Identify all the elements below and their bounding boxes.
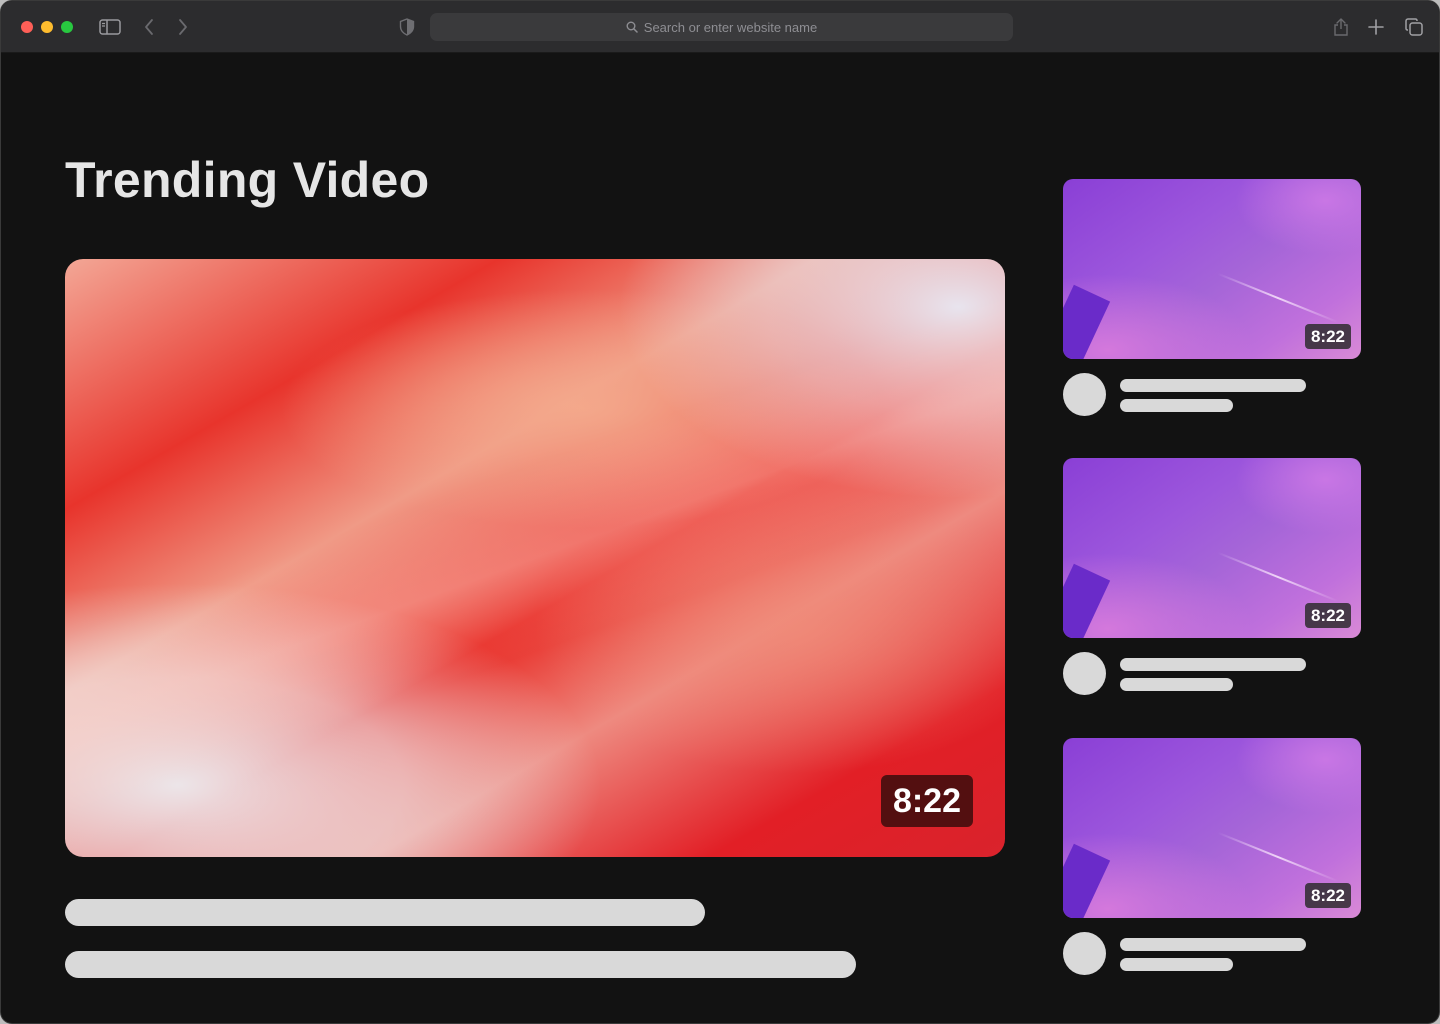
- address-bar[interactable]: Search or enter website name: [430, 13, 1013, 41]
- thumbnail-artwork: [65, 259, 1005, 857]
- thumbnail-artwork: [1063, 284, 1111, 359]
- page-title: Trending Video: [65, 152, 430, 208]
- search-icon: [626, 21, 638, 33]
- thumbnail-artwork: [1063, 843, 1111, 918]
- channel-name-placeholder: [1120, 958, 1233, 971]
- video-title-placeholder: [1120, 938, 1306, 951]
- channel-avatar[interactable]: [1063, 652, 1106, 695]
- channel-name-placeholder: [1120, 399, 1233, 412]
- main-video-thumbnail[interactable]: 8:22: [65, 259, 1005, 857]
- side-video-card[interactable]: 8:22: [1063, 179, 1361, 416]
- video-duration-badge: 8:22: [1304, 603, 1351, 628]
- share-icon[interactable]: [1329, 15, 1353, 39]
- thumbnail-artwork: [1217, 551, 1339, 603]
- video-duration-badge: 8:22: [1304, 324, 1351, 349]
- channel-name-placeholder: [1120, 678, 1233, 691]
- browser-window: Search or enter website name Trending Vi…: [0, 0, 1440, 1024]
- sidebar-toggle-icon[interactable]: [98, 15, 122, 39]
- side-video-card[interactable]: 8:22: [1063, 738, 1361, 975]
- video-duration-badge: 8:22: [880, 775, 973, 827]
- side-video-thumbnail[interactable]: 8:22: [1063, 458, 1361, 638]
- shield-icon[interactable]: [395, 15, 419, 39]
- zoom-window-button[interactable]: [61, 21, 73, 33]
- tab-overview-icon[interactable]: [1402, 15, 1426, 39]
- video-title-placeholder: [1120, 658, 1306, 671]
- side-video-thumbnail[interactable]: 8:22: [1063, 738, 1361, 918]
- side-video-card[interactable]: 8:22: [1063, 458, 1361, 695]
- thumbnail-artwork: [1217, 831, 1339, 883]
- channel-avatar[interactable]: [1063, 932, 1106, 975]
- video-title-placeholder: [1120, 379, 1306, 392]
- thumbnail-artwork: [1217, 272, 1339, 324]
- plus-icon[interactable]: [1364, 15, 1388, 39]
- video-title-placeholder: [65, 899, 705, 926]
- thumbnail-artwork: [1063, 563, 1111, 638]
- chevron-left-icon[interactable]: [137, 15, 161, 39]
- address-placeholder: Search or enter website name: [643, 19, 818, 35]
- chevron-right-icon[interactable]: [171, 15, 195, 39]
- video-description-placeholder: [65, 951, 856, 978]
- side-video-thumbnail[interactable]: 8:22: [1063, 179, 1361, 359]
- browser-toolbar: Search or enter website name: [1, 1, 1439, 53]
- minimize-window-button[interactable]: [41, 21, 53, 33]
- close-window-button[interactable]: [21, 21, 33, 33]
- video-duration-badge: 8:22: [1304, 883, 1351, 908]
- channel-avatar[interactable]: [1063, 373, 1106, 416]
